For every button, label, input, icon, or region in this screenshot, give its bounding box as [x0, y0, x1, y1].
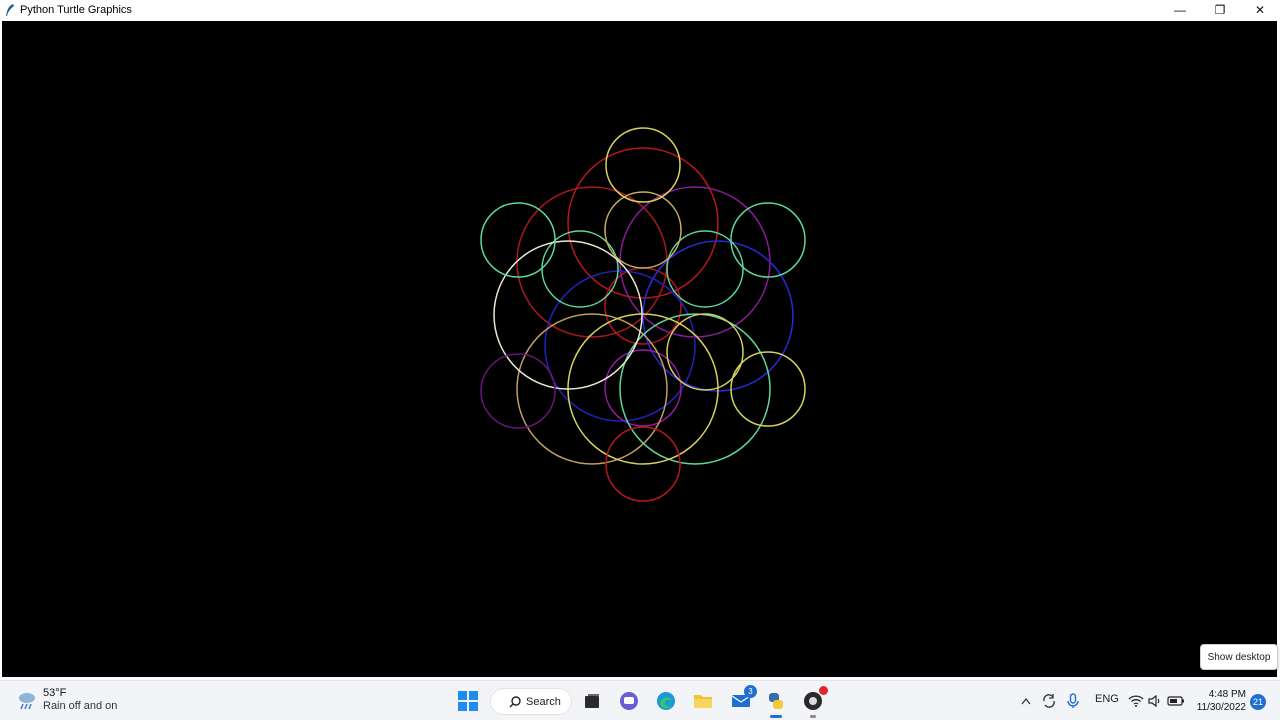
show-hidden-icons-button[interactable]: [1018, 689, 1034, 713]
obs-button[interactable]: [801, 686, 828, 718]
search-icon: [509, 695, 521, 707]
drawing-circle: [567, 147, 719, 299]
python-icon: [769, 693, 783, 709]
drawing-circle: [730, 202, 806, 278]
window-titlebar: Python Turtle Graphics — ❐ ✕: [0, 0, 1280, 20]
system-clock[interactable]: 4:48 PM 11/30/2022: [1192, 688, 1246, 714]
drawing-circle: [666, 313, 744, 391]
window-title: Python Turtle Graphics: [20, 4, 132, 16]
drawing-circle: [480, 202, 556, 278]
taskbar: 53°F Rain off and on Search 3 ENG 4:48 P…: [0, 680, 1280, 720]
edge-icon: [657, 692, 675, 710]
drawing-circle: [730, 351, 806, 427]
search-label: Search: [526, 695, 561, 708]
battery-icon: [1167, 696, 1184, 706]
recording-dot: [819, 686, 828, 695]
weather-temperature: 53°F: [43, 687, 67, 699]
speaker-icon: [1148, 695, 1160, 707]
minimize-button[interactable]: —: [1160, 0, 1200, 20]
drawing-circle: [604, 349, 682, 427]
language-indicator[interactable]: ENG: [1095, 693, 1119, 705]
weather-widget[interactable]: 53°F Rain off and on: [16, 687, 117, 713]
folder-icon: [694, 695, 712, 708]
microphone-button[interactable]: [1063, 689, 1083, 713]
weather-condition: Rain off and on: [43, 700, 118, 712]
turtle-drawing: [480, 127, 806, 502]
microphone-icon: [1067, 693, 1079, 708]
search-box[interactable]: Search: [490, 688, 572, 715]
mail-button[interactable]: 3: [729, 685, 757, 713]
restore-button[interactable]: ❐: [1200, 0, 1240, 20]
windows-logo-icon: [458, 691, 478, 711]
start-button[interactable]: [456, 689, 480, 713]
open-indicator: [810, 715, 816, 718]
wifi-button[interactable]: [1126, 689, 1146, 713]
task-view-icon: [585, 694, 599, 708]
clock-date: 11/30/2022: [1196, 702, 1246, 713]
chevron-up-icon: [1021, 697, 1031, 705]
chat-icon: [620, 692, 638, 710]
sync-icon: [1043, 694, 1055, 708]
weather-text: 53°F Rain off and on: [43, 687, 117, 713]
edge-button[interactable]: [654, 689, 678, 713]
drawing-circle: [480, 353, 556, 429]
active-indicator: [770, 715, 782, 718]
clock-time: 4:48 PM: [1208, 689, 1246, 700]
drawing-circle: [605, 127, 681, 203]
python-button[interactable]: [764, 689, 788, 718]
battery-button[interactable]: [1165, 689, 1187, 713]
drawing-circle: [493, 240, 643, 390]
python-feather-icon: [2, 2, 18, 18]
notifications-badge[interactable]: 21: [1250, 694, 1266, 710]
wifi-icon: [1128, 695, 1144, 707]
rain-cloud-icon: [16, 689, 38, 711]
teams-chat-button[interactable]: [617, 689, 641, 713]
window-controls: — ❐ ✕: [1160, 0, 1280, 20]
mail-badge: 3: [744, 685, 757, 698]
file-explorer-button[interactable]: [691, 689, 715, 713]
turtle-canvas[interactable]: [2, 21, 1277, 677]
show-desktop-tooltip: Show desktop: [1200, 644, 1278, 670]
sync-button[interactable]: [1039, 689, 1059, 713]
close-button[interactable]: ✕: [1240, 0, 1280, 20]
task-view-button[interactable]: [580, 689, 604, 713]
drawing-circle: [604, 191, 682, 269]
volume-button[interactable]: [1145, 689, 1165, 713]
